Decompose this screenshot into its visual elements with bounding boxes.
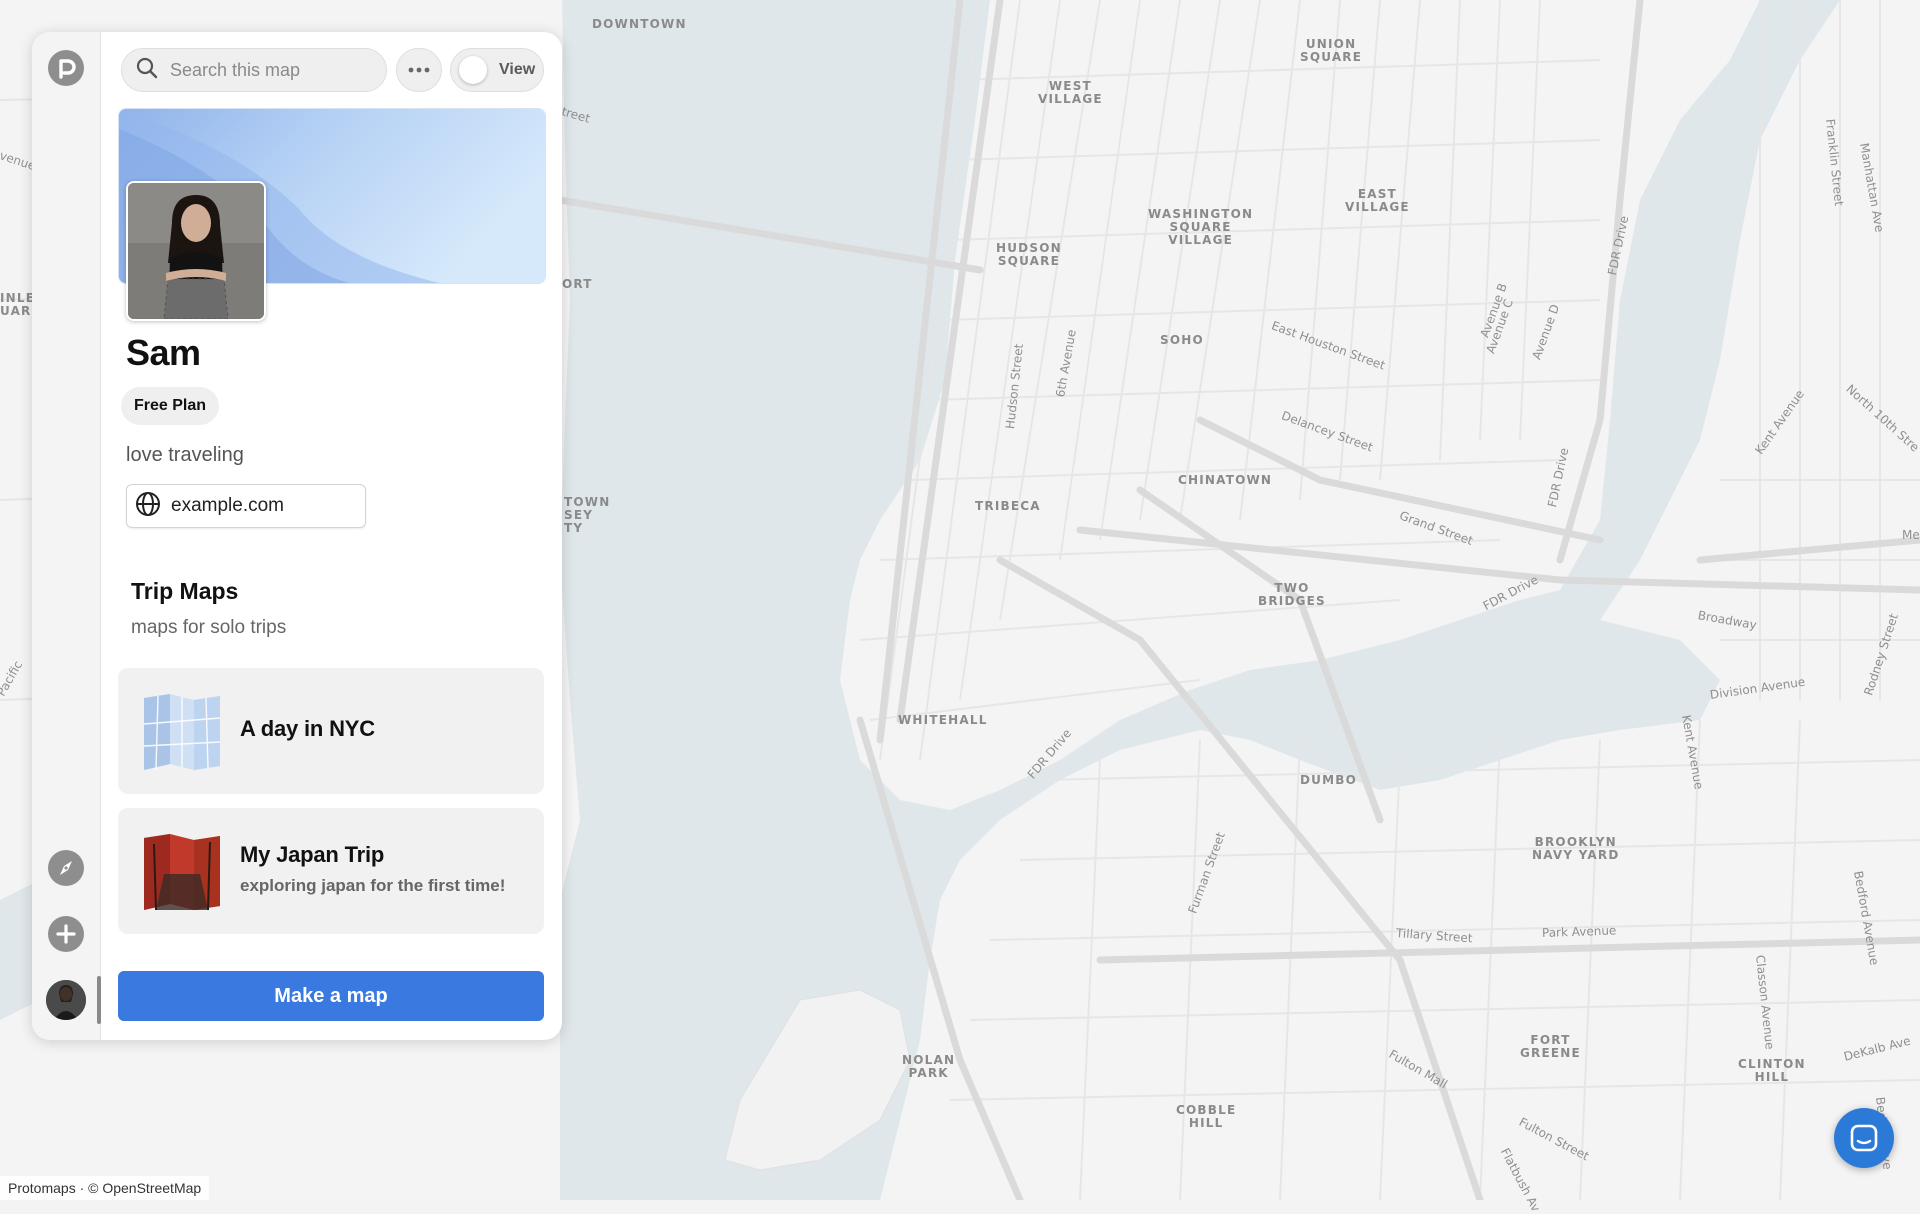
folded-map-icon xyxy=(143,694,221,771)
search-icon xyxy=(136,57,158,84)
place-label: WASHINGTON SQUARE VILLAGE xyxy=(1148,207,1254,247)
panel-content: View xyxy=(100,32,562,1040)
street-label: Me xyxy=(1902,528,1920,542)
compass-icon[interactable] xyxy=(48,850,84,886)
place-label: FORT GREENE xyxy=(1520,1033,1581,1060)
place-label: WHITEHALL xyxy=(898,713,988,727)
place-label: TRIBECA xyxy=(975,499,1041,513)
place-label: UNION SQUARE xyxy=(1300,37,1363,64)
toggle-knob xyxy=(459,56,487,84)
search-bar[interactable] xyxy=(121,48,387,92)
place-label: NOLAN PARK xyxy=(902,1053,956,1080)
place-label: SOHO xyxy=(1160,333,1204,347)
place-label: TOWN SEY TY xyxy=(564,495,611,535)
place-label: CHINATOWN xyxy=(1178,473,1273,487)
folded-map-photo xyxy=(144,834,220,911)
search-input[interactable] xyxy=(168,58,382,82)
map-card-title: My Japan Trip xyxy=(240,842,385,867)
profile-photo[interactable] xyxy=(126,181,266,321)
map-attribution[interactable]: Protomaps · © OpenStreetMap xyxy=(0,1176,210,1200)
collection-subtitle: maps for solo trips xyxy=(131,617,287,638)
place-label: DOWNTOWN xyxy=(592,17,687,31)
place-label: DUMBO xyxy=(1300,773,1357,787)
profile-panel: View xyxy=(32,32,562,1040)
plan-badge: Free Plan xyxy=(121,387,220,425)
protomaps-logo-icon[interactable] xyxy=(48,50,84,86)
view-toggle-button[interactable]: View xyxy=(450,48,544,92)
plus-icon[interactable] xyxy=(48,916,84,952)
place-label: ORT xyxy=(562,277,593,291)
side-rail xyxy=(32,32,101,1040)
place-label: CLINTON HILL xyxy=(1738,1057,1806,1084)
make-a-map-button[interactable]: Make a map xyxy=(118,971,544,1021)
avatar[interactable] xyxy=(46,980,86,1020)
globe-icon xyxy=(135,491,161,522)
place-label: BROOKLYN NAVY YARD xyxy=(1532,835,1620,862)
place-label: HUDSON SQUARE xyxy=(996,241,1062,268)
map-card-subtitle: exploring japan for the first time! xyxy=(240,876,506,895)
place-label: COBBLE HILL xyxy=(1176,1103,1237,1130)
more-options-button[interactable] xyxy=(396,48,442,92)
collection-title: Trip Maps xyxy=(131,578,239,604)
map-card-title: A day in NYC xyxy=(240,716,375,741)
chat-button[interactable] xyxy=(1834,1108,1894,1168)
map-card-a-day-in-nyc[interactable]: A day in NYC xyxy=(118,668,544,794)
place-label: EAST VILLAGE xyxy=(1345,187,1410,214)
more-icon xyxy=(408,67,430,73)
profile-bio: love traveling xyxy=(126,444,244,466)
chat-icon xyxy=(1850,1124,1878,1152)
view-label: View xyxy=(499,61,536,78)
place-label: WEST VILLAGE xyxy=(1038,79,1103,106)
website-text: example.com xyxy=(171,495,284,516)
place-label: TWO BRIDGES xyxy=(1258,581,1326,608)
street-label: Park Avenue xyxy=(1541,923,1617,940)
website-link[interactable]: example.com xyxy=(126,484,366,528)
map-card-my-japan-trip[interactable]: My Japan Trip exploring japan for the fi… xyxy=(118,808,544,934)
profile-name: Sam xyxy=(126,332,201,373)
